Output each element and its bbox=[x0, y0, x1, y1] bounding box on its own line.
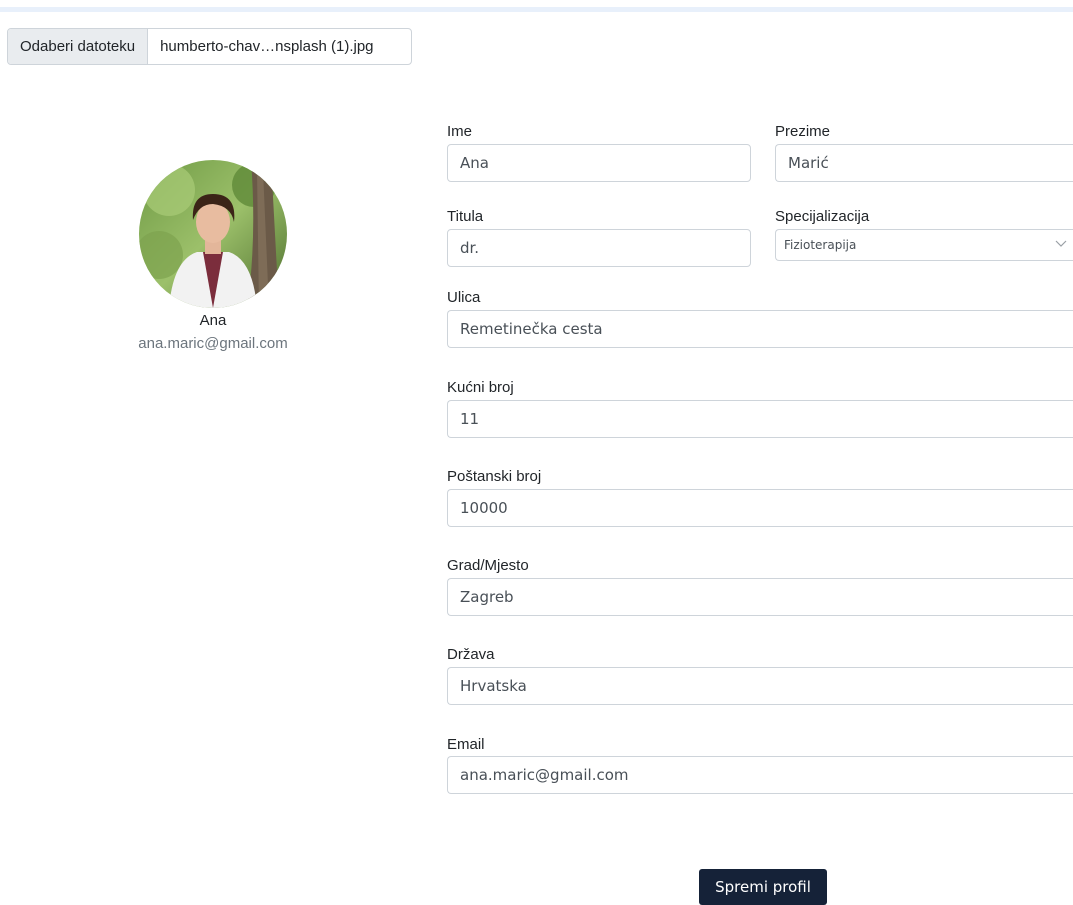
file-upload-input[interactable]: Odaberi datoteku humberto-chav…nsplash (… bbox=[7, 28, 412, 65]
prezime-input[interactable]: Marić bbox=[775, 144, 1073, 182]
kucni-broj-label: Kućni broj bbox=[447, 379, 514, 396]
postanski-broj-input[interactable]: 10000 bbox=[447, 489, 1073, 527]
chevron-down-icon bbox=[1055, 240, 1067, 247]
ulica-input[interactable]: Remetinečka cesta bbox=[447, 310, 1073, 348]
selected-file-name: humberto-chav…nsplash (1).jpg bbox=[160, 38, 374, 55]
grad-input[interactable]: Zagreb bbox=[447, 578, 1073, 616]
choose-file-button[interactable]: Odaberi datoteku bbox=[8, 29, 149, 64]
kucni-broj-input[interactable]: 11 bbox=[447, 400, 1073, 438]
drzava-label: Država bbox=[447, 646, 495, 663]
profile-name: Ana bbox=[199, 312, 227, 329]
specijalizacija-select[interactable]: Fizioterapija bbox=[775, 229, 1073, 261]
ulica-label: Ulica bbox=[447, 289, 481, 306]
top-border-strip bbox=[0, 0, 1073, 12]
email-label: Email bbox=[447, 736, 485, 753]
ime-label: Ime bbox=[447, 123, 473, 140]
email-input[interactable]: ana.maric@gmail.com bbox=[447, 756, 1073, 794]
profile-email: ana.maric@gmail.com bbox=[138, 335, 288, 352]
drzava-input[interactable]: Hrvatska bbox=[447, 667, 1073, 705]
titula-input[interactable]: dr. bbox=[447, 229, 751, 267]
postanski-broj-label: Poštanski broj bbox=[447, 468, 542, 485]
save-profile-button[interactable]: Spremi profil bbox=[699, 869, 827, 905]
grad-label: Grad/Mjesto bbox=[447, 557, 529, 574]
specijalizacija-selected: Fizioterapija bbox=[784, 238, 857, 252]
profile-avatar bbox=[139, 160, 287, 308]
specijalizacija-label: Specijalizacija bbox=[775, 208, 870, 225]
prezime-label: Prezime bbox=[775, 123, 831, 140]
ime-input[interactable]: Ana bbox=[447, 144, 751, 182]
titula-label: Titula bbox=[447, 208, 484, 225]
